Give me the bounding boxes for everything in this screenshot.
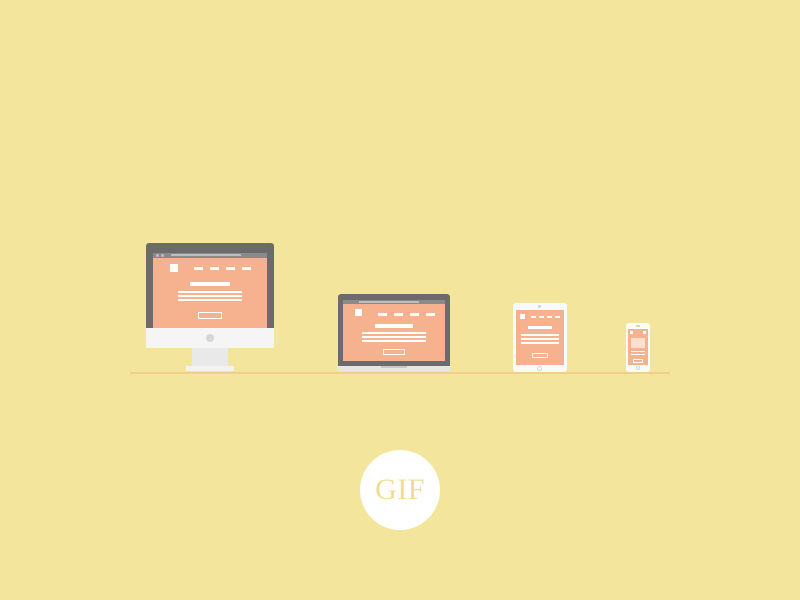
desktop-stand (192, 348, 228, 366)
gif-badge[interactable]: GIF (360, 450, 440, 530)
page-menu-icon (643, 331, 646, 334)
page-nav-item (194, 267, 203, 270)
page-text-line (521, 334, 559, 336)
page-cta-button (198, 312, 222, 319)
page-nav-item (539, 316, 544, 318)
page-headline (190, 282, 230, 286)
page-nav-item (242, 267, 251, 270)
phone (626, 323, 650, 372)
laptop (337, 294, 451, 372)
page-nav-item (426, 313, 435, 316)
page-headline (375, 324, 413, 328)
page-nav-item (394, 313, 403, 316)
tablet-camera (538, 305, 541, 308)
tablet-home-button (537, 366, 542, 371)
page-text-line (362, 332, 426, 334)
desktop-logo-dot (206, 334, 214, 342)
page-text-line (521, 342, 559, 344)
page-logo (355, 309, 362, 316)
page-headline (528, 326, 552, 329)
page-hero-block (631, 338, 645, 348)
page-logo (520, 314, 525, 319)
page-nav-item (531, 316, 536, 318)
page-logo (170, 264, 178, 272)
tablet (513, 303, 567, 372)
laptop-notch (381, 366, 407, 368)
phone-home-button (636, 366, 640, 370)
page-text-line (178, 291, 242, 293)
page-nav-item (555, 316, 560, 318)
phone-speaker (636, 325, 640, 327)
page-nav-item (410, 313, 419, 316)
page-nav-item (226, 267, 235, 270)
page-cta-button (532, 353, 548, 358)
page-text-line (521, 338, 559, 340)
page-text-line (631, 354, 645, 355)
page-text-line (631, 351, 645, 352)
desktop-screen (153, 258, 267, 328)
page-text-line (178, 295, 242, 297)
page-text-line (362, 336, 426, 338)
gif-badge-label: GIF (375, 473, 425, 506)
page-logo (630, 331, 633, 334)
desktop-stand-base (186, 366, 234, 371)
page-nav-item (547, 316, 552, 318)
laptop-screen (343, 304, 445, 361)
page-cta-button (633, 359, 643, 363)
page-nav-item (378, 313, 387, 316)
phone-screen (628, 329, 648, 365)
page-cta-button (383, 349, 405, 355)
tablet-screen (516, 310, 564, 365)
page-text-line (178, 299, 242, 301)
page-text-line (362, 340, 426, 342)
desktop-monitor (146, 243, 274, 373)
page-nav-item (210, 267, 219, 270)
